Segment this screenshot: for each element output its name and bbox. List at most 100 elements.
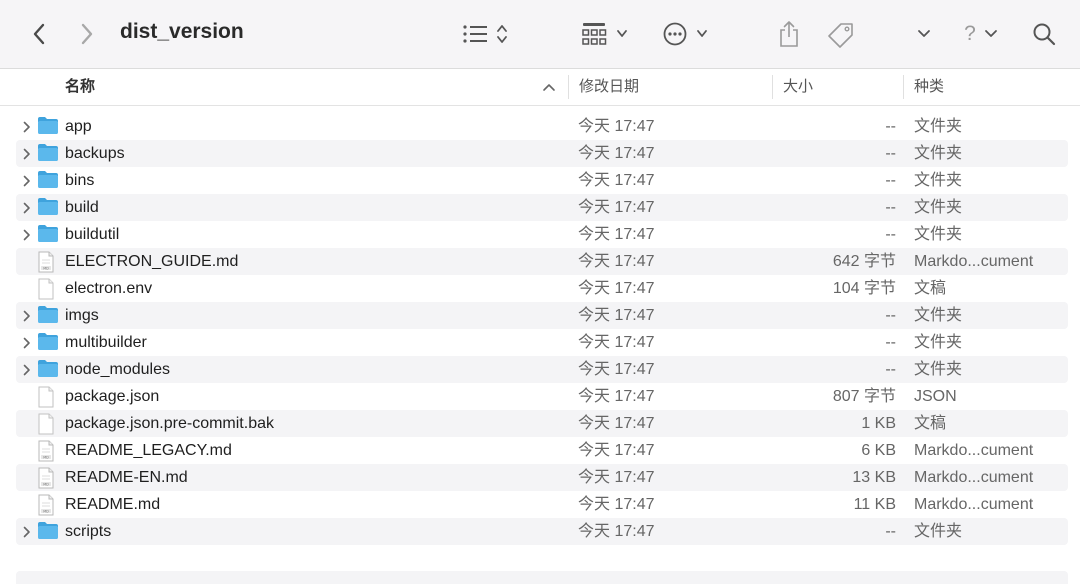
column-date-header[interactable]: 修改日期 — [579, 69, 639, 105]
file-date: 今天 17:47 — [578, 442, 655, 459]
table-row[interactable]: build 今天 17:47 -- 文件夹 — [16, 194, 1068, 221]
file-date: 今天 17:47 — [578, 334, 655, 351]
disclosure-spacer — [20, 383, 34, 410]
group-button[interactable] — [580, 14, 634, 54]
table-row[interactable]: backups 今天 17:47 -- 文件夹 — [16, 140, 1068, 167]
folder-icon — [37, 224, 59, 245]
disclosure-chevron-icon[interactable] — [20, 518, 34, 545]
file-name: README-EN.md — [65, 469, 188, 486]
column-divider[interactable] — [772, 75, 773, 99]
search-button[interactable] — [1030, 14, 1058, 54]
table-row[interactable]: scripts 今天 17:47 -- 文件夹 — [16, 518, 1068, 545]
markdown-file-icon: MD — [37, 251, 59, 273]
file-date: 今天 17:47 — [578, 145, 655, 162]
column-divider[interactable] — [568, 75, 569, 99]
file-size: 807 字节 — [832, 388, 896, 405]
disclosure-chevron-icon[interactable] — [20, 356, 34, 383]
markdown-file-icon: MD — [37, 467, 59, 489]
table-row[interactable]: package.json 今天 17:47 807 字节 JSON — [16, 383, 1068, 410]
file-date: 今天 17:47 — [578, 523, 655, 540]
file-size: -- — [885, 361, 896, 378]
column-kind-header[interactable]: 种类 — [914, 69, 944, 105]
table-row[interactable]: MD README_LEGACY.md 今天 17:47 6 KB Markdo...c… — [16, 437, 1068, 464]
back-button[interactable] — [26, 14, 52, 54]
file-size: -- — [885, 145, 896, 162]
file-kind: 文件夹 — [914, 199, 963, 216]
folder-icon — [37, 305, 59, 326]
list-row-partial — [16, 571, 1068, 584]
share-button[interactable] — [776, 14, 802, 54]
disclosure-chevron-icon[interactable] — [20, 329, 34, 356]
file-name: README.md — [65, 496, 161, 513]
file-kind: 文件夹 — [914, 361, 963, 378]
file-size: -- — [885, 172, 896, 189]
file-size: 642 字节 — [832, 253, 896, 270]
more-toolbar-button[interactable] — [914, 14, 934, 54]
table-row[interactable]: MD ELECTRON_GUIDE.md 今天 17:47 642 字节 Markdo.… — [16, 248, 1068, 275]
sort-ascending-icon[interactable] — [542, 80, 556, 94]
folder-icon — [37, 521, 59, 542]
share-icon — [780, 21, 798, 47]
folder-icon — [37, 116, 59, 137]
disclosure-chevron-icon[interactable] — [20, 302, 34, 329]
table-row[interactable]: node_modules 今天 17:47 -- 文件夹 — [16, 356, 1068, 383]
column-header: 名称 修改日期 大小 种类 — [0, 69, 1080, 106]
file-kind: 文件夹 — [914, 145, 963, 162]
file-kind: 文件夹 — [914, 118, 963, 135]
document-file-icon — [37, 278, 59, 300]
forward-button[interactable] — [74, 14, 100, 54]
file-name: multibuilder — [65, 334, 147, 351]
disclosure-chevron-icon[interactable] — [20, 140, 34, 167]
toolbar: dist_version ? — [0, 0, 1080, 69]
disclosure-chevron-icon[interactable] — [20, 113, 34, 140]
disclosure-spacer — [20, 491, 34, 518]
svg-text:MD: MD — [43, 509, 49, 513]
disclosure-chevron-icon[interactable] — [20, 194, 34, 221]
tag-button[interactable] — [826, 14, 856, 54]
document-file-icon — [37, 386, 59, 408]
file-date: 今天 17:47 — [578, 253, 655, 270]
search-icon — [1033, 23, 1056, 46]
column-size-header[interactable]: 大小 — [783, 69, 813, 105]
table-row[interactable]: multibuilder 今天 17:47 -- 文件夹 — [16, 329, 1068, 356]
file-date: 今天 17:47 — [578, 226, 655, 243]
help-button[interactable]: ? — [958, 14, 1004, 54]
svg-text:MD: MD — [43, 266, 49, 270]
file-date: 今天 17:47 — [578, 172, 655, 189]
grid-view-icon — [582, 23, 627, 45]
markdown-file-icon: MD — [37, 440, 59, 462]
chevron-right-icon — [81, 23, 93, 45]
file-kind: Markdo...cument — [914, 253, 1034, 270]
file-size: 1 KB — [861, 415, 896, 432]
disclosure-chevron-icon[interactable] — [20, 221, 34, 248]
table-row[interactable]: MD README.md 今天 17:47 11 KB Markdo...cument — [16, 491, 1068, 518]
table-row[interactable]: buildutil 今天 17:47 -- 文件夹 — [16, 221, 1068, 248]
view-mode-button[interactable] — [460, 14, 514, 54]
chevron-left-icon — [33, 23, 45, 45]
table-row[interactable]: package.json.pre-commit.bak 今天 17:47 1 KB 文… — [16, 410, 1068, 437]
file-list: app 今天 17:47 -- 文件夹 backups 今天 17:47 -- 文件夹 bins… — [16, 113, 1068, 545]
file-size: -- — [885, 226, 896, 243]
action-menu-button[interactable] — [660, 14, 712, 54]
table-row[interactable]: app 今天 17:47 -- 文件夹 — [16, 113, 1068, 140]
disclosure-spacer — [20, 410, 34, 437]
file-size: -- — [885, 199, 896, 216]
file-kind: Markdo...cument — [914, 469, 1034, 486]
window-title: dist_version — [120, 20, 244, 43]
table-row[interactable]: electron.env 今天 17:47 104 字节 文稿 — [16, 275, 1068, 302]
folder-icon — [37, 359, 59, 380]
help-icon: ? — [964, 22, 976, 45]
file-kind: Markdo...cument — [914, 496, 1034, 513]
column-name-header[interactable]: 名称 — [65, 69, 95, 105]
file-name: bins — [65, 172, 95, 189]
table-row[interactable]: bins 今天 17:47 -- 文件夹 — [16, 167, 1068, 194]
file-size: 6 KB — [861, 442, 896, 459]
table-row[interactable]: imgs 今天 17:47 -- 文件夹 — [16, 302, 1068, 329]
file-name: backups — [65, 145, 125, 162]
disclosure-chevron-icon[interactable] — [20, 167, 34, 194]
disclosure-spacer — [20, 248, 34, 275]
file-size: -- — [885, 334, 896, 351]
file-kind: 文稿 — [914, 280, 947, 297]
column-divider[interactable] — [903, 75, 904, 99]
table-row[interactable]: MD README-EN.md 今天 17:47 13 KB Markdo...cume… — [16, 464, 1068, 491]
